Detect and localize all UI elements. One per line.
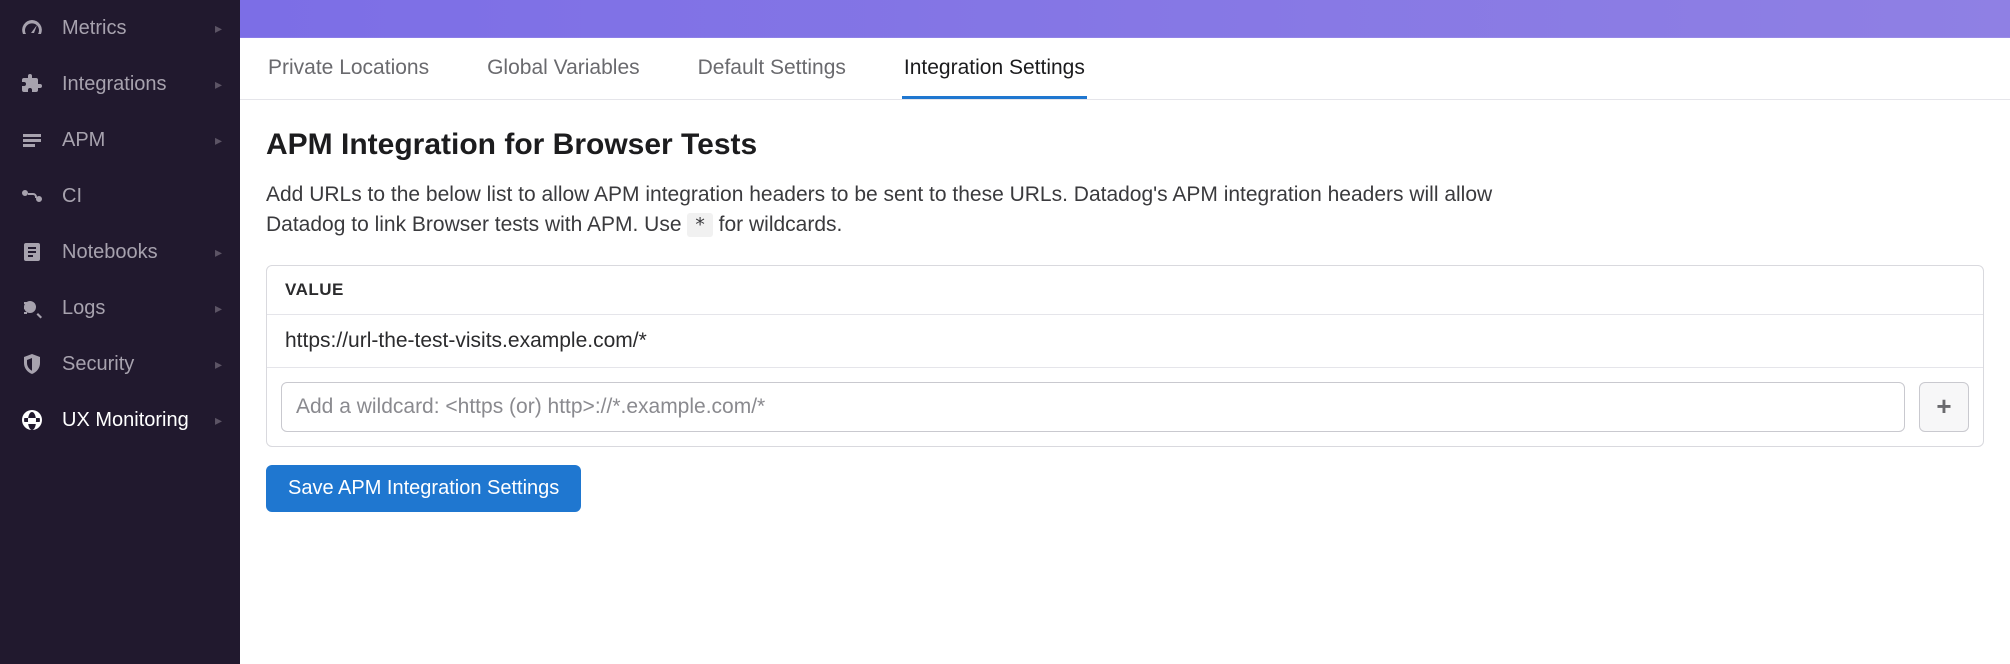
- puzzle-icon: [18, 72, 46, 96]
- gauge-icon: [18, 16, 46, 40]
- tabs: Private Locations Global Variables Defau…: [240, 38, 2010, 100]
- sidebar-item-metrics[interactable]: Metrics ▸: [0, 0, 240, 56]
- chevron-right-icon: ▸: [215, 132, 222, 149]
- tab-private-locations[interactable]: Private Locations: [266, 38, 431, 99]
- sidebar-item-label: Security: [62, 353, 215, 376]
- chevron-right-icon: ▸: [215, 20, 222, 37]
- tab-default-settings[interactable]: Default Settings: [696, 38, 848, 99]
- sidebar-item-label: APM: [62, 129, 215, 152]
- page-description: Add URLs to the below list to allow APM …: [266, 180, 1496, 241]
- sidebar-item-ci[interactable]: CI: [0, 168, 240, 224]
- chevron-right-icon: ▸: [215, 356, 222, 373]
- save-apm-integration-button[interactable]: Save APM Integration Settings: [266, 465, 581, 512]
- page-title: APM Integration for Browser Tests: [266, 128, 1984, 162]
- chevron-right-icon: ▸: [215, 300, 222, 317]
- shield-icon: [18, 352, 46, 376]
- layers-icon: [18, 128, 46, 152]
- value-table: VALUE https://url-the-test-visits.exampl…: [266, 265, 1984, 447]
- main-content: Private Locations Global Variables Defau…: [240, 0, 2010, 664]
- sidebar-item-label: Metrics: [62, 17, 215, 40]
- sidebar: Metrics ▸ Integrations ▸ APM ▸ CI Notebo…: [0, 0, 240, 664]
- value-table-row: https://url-the-test-visits.example.com/…: [267, 315, 1983, 368]
- plus-icon: +: [1936, 391, 1951, 422]
- logs-icon: [18, 296, 46, 320]
- sidebar-item-apm[interactable]: APM ▸: [0, 112, 240, 168]
- tab-integration-settings[interactable]: Integration Settings: [902, 38, 1087, 99]
- description-text-pre: Add URLs to the below list to allow APM …: [266, 183, 1492, 236]
- chevron-right-icon: ▸: [215, 244, 222, 261]
- sidebar-item-ux-monitoring[interactable]: UX Monitoring ▸: [0, 392, 240, 448]
- sidebar-item-label: CI: [62, 185, 222, 208]
- sidebar-item-security[interactable]: Security ▸: [0, 336, 240, 392]
- chevron-right-icon: ▸: [215, 412, 222, 429]
- sidebar-item-logs[interactable]: Logs ▸: [0, 280, 240, 336]
- sidebar-item-label: UX Monitoring: [62, 409, 215, 432]
- sidebar-item-integrations[interactable]: Integrations ▸: [0, 56, 240, 112]
- sidebar-item-label: Logs: [62, 297, 215, 320]
- pipeline-icon: [18, 184, 46, 208]
- wildcard-input[interactable]: [281, 382, 1905, 432]
- value-table-header: VALUE: [267, 266, 1983, 315]
- notebook-icon: [18, 240, 46, 264]
- sidebar-item-label: Integrations: [62, 73, 215, 96]
- description-text-post: for wildcards.: [719, 213, 843, 236]
- wildcard-code: *: [687, 213, 712, 237]
- value-add-row: +: [267, 368, 1983, 446]
- chevron-right-icon: ▸: [215, 76, 222, 93]
- top-banner: [240, 0, 2010, 38]
- add-button[interactable]: +: [1919, 382, 1969, 432]
- sidebar-item-label: Notebooks: [62, 241, 215, 264]
- tab-global-variables[interactable]: Global Variables: [485, 38, 642, 99]
- globe-icon: [18, 408, 46, 432]
- sidebar-item-notebooks[interactable]: Notebooks ▸: [0, 224, 240, 280]
